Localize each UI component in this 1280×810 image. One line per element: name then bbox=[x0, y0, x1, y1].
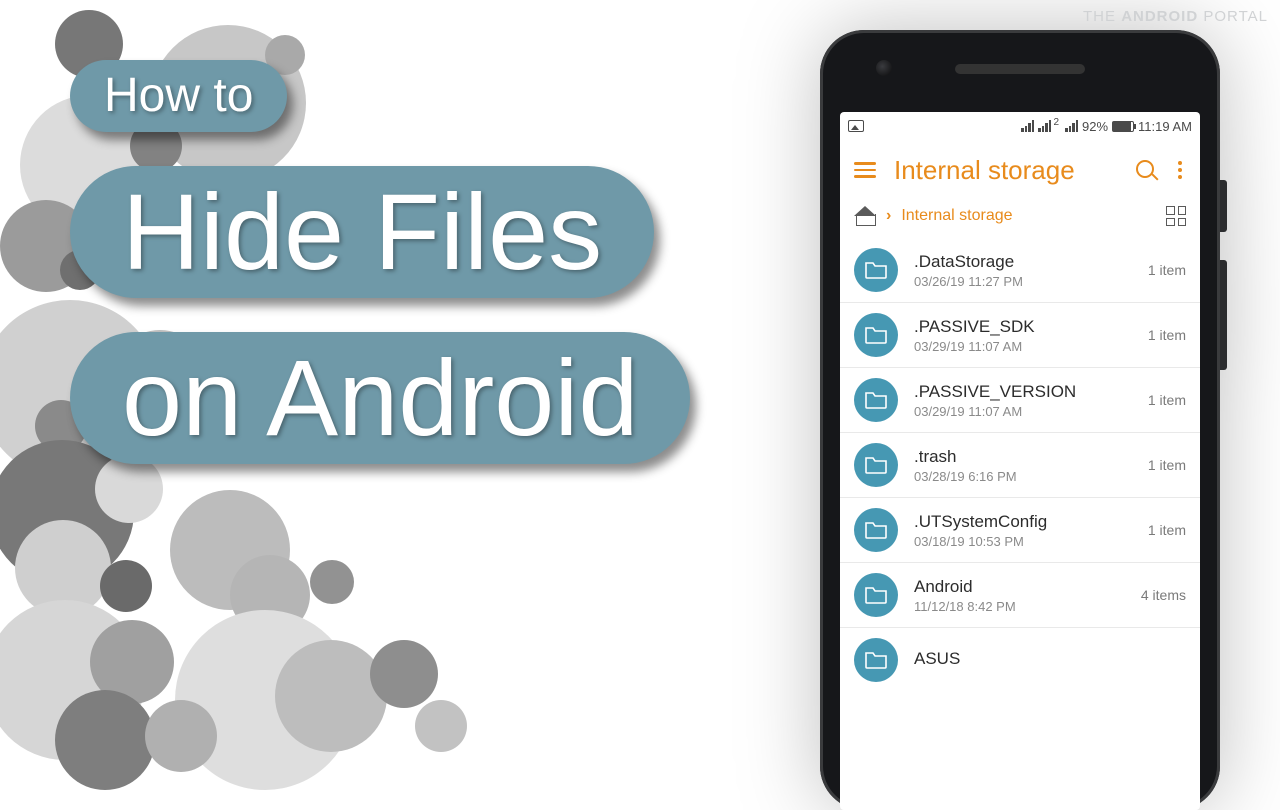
watermark-bold: ANDROID bbox=[1121, 8, 1198, 25]
folder-icon bbox=[854, 378, 898, 422]
file-count: 1 item bbox=[1148, 327, 1186, 343]
title-line-2: Hide Files bbox=[70, 166, 654, 298]
file-count: 1 item bbox=[1148, 457, 1186, 473]
file-date: 03/29/19 11:07 AM bbox=[914, 404, 1132, 419]
file-count: 1 item bbox=[1148, 392, 1186, 408]
bubble bbox=[55, 690, 155, 790]
folder-icon bbox=[854, 313, 898, 357]
file-name: Android bbox=[914, 577, 1125, 597]
title-line-1: How to bbox=[70, 60, 287, 132]
file-date: 03/28/19 6:16 PM bbox=[914, 469, 1132, 484]
file-name: .trash bbox=[914, 447, 1132, 467]
breadcrumb-current[interactable]: Internal storage bbox=[901, 207, 1156, 225]
file-date: 03/26/19 11:27 PM bbox=[914, 274, 1132, 289]
file-date: 03/18/19 10:53 PM bbox=[914, 534, 1132, 549]
status-bar: 2 92% 11:19 AM bbox=[840, 112, 1200, 140]
file-row[interactable]: .DataStorage 03/26/19 11:27 PM 1 item bbox=[840, 238, 1200, 303]
phone-mockup: 2 92% 11:19 AM Internal storage › Intern… bbox=[820, 30, 1220, 810]
battery-percent: 92% bbox=[1082, 119, 1108, 134]
breadcrumb: › Internal storage bbox=[840, 200, 1200, 238]
more-icon[interactable] bbox=[1174, 157, 1186, 183]
bubble bbox=[275, 640, 387, 752]
home-icon[interactable] bbox=[854, 206, 876, 226]
wifi-signal-icon bbox=[1021, 120, 1034, 132]
status-time: 11:19 AM bbox=[1138, 119, 1192, 134]
battery-icon bbox=[1112, 121, 1134, 132]
file-row[interactable]: .PASSIVE_SDK 03/29/19 11:07 AM 1 item bbox=[840, 303, 1200, 368]
bubble bbox=[95, 455, 163, 523]
folder-icon bbox=[854, 248, 898, 292]
sim-label: 2 bbox=[1053, 117, 1059, 128]
phone-volume-button bbox=[1220, 260, 1227, 370]
watermark-pre: THE bbox=[1083, 8, 1116, 25]
bubble bbox=[370, 640, 438, 708]
phone-camera bbox=[876, 60, 892, 76]
file-list: .DataStorage03/26/19 11:27 PM1 item.PASS… bbox=[840, 238, 1200, 810]
bubble bbox=[100, 560, 152, 612]
file-name: .PASSIVE_VERSION bbox=[914, 382, 1132, 402]
app-title: Internal storage bbox=[894, 155, 1118, 186]
menu-icon[interactable] bbox=[854, 156, 876, 183]
file-date: 03/29/19 11:07 AM bbox=[914, 339, 1132, 354]
file-name: .PASSIVE_SDK bbox=[914, 317, 1132, 337]
title-line-3: on Android bbox=[70, 332, 690, 464]
file-row[interactable]: .trash 03/28/19 6:16 PM 1 item bbox=[840, 433, 1200, 498]
bubble bbox=[415, 700, 467, 752]
search-icon[interactable] bbox=[1136, 160, 1156, 180]
bubble bbox=[145, 700, 217, 772]
phone-power-button bbox=[1220, 180, 1227, 232]
cell-signal-icon bbox=[1038, 120, 1051, 132]
file-row[interactable]: .PASSIVE_VERSION 03/29/19 11:07 AM 1 item bbox=[840, 368, 1200, 433]
file-name: .UTSystemConfig bbox=[914, 512, 1132, 532]
watermark-logo: THE ANDROID PORTAL bbox=[1083, 8, 1268, 25]
folder-icon bbox=[854, 443, 898, 487]
folder-icon bbox=[854, 638, 898, 682]
folder-icon bbox=[854, 573, 898, 617]
phone-screen: 2 92% 11:19 AM Internal storage › Intern… bbox=[840, 112, 1200, 810]
file-row[interactable]: Android 11/12/18 8:42 PM 4 items bbox=[840, 563, 1200, 628]
file-count: 1 item bbox=[1148, 262, 1186, 278]
folder-icon bbox=[854, 508, 898, 552]
watermark-post: PORTAL bbox=[1203, 8, 1268, 25]
file-row[interactable]: ASUS bbox=[840, 628, 1200, 692]
title-group: How to Hide Files on Android bbox=[70, 60, 690, 464]
cell-signal-icon-2 bbox=[1065, 120, 1078, 132]
image-icon bbox=[848, 120, 864, 132]
grid-view-icon[interactable] bbox=[1166, 206, 1186, 226]
file-name: .DataStorage bbox=[914, 252, 1132, 272]
app-header: Internal storage bbox=[840, 140, 1200, 200]
file-name: ASUS bbox=[914, 649, 1170, 669]
file-count: 4 items bbox=[1141, 587, 1186, 603]
bubble bbox=[310, 560, 354, 604]
phone-speaker bbox=[955, 64, 1085, 74]
file-count: 1 item bbox=[1148, 522, 1186, 538]
file-row[interactable]: .UTSystemConfig 03/18/19 10:53 PM 1 item bbox=[840, 498, 1200, 563]
file-date: 11/12/18 8:42 PM bbox=[914, 599, 1125, 614]
chevron-right-icon: › bbox=[886, 207, 891, 225]
